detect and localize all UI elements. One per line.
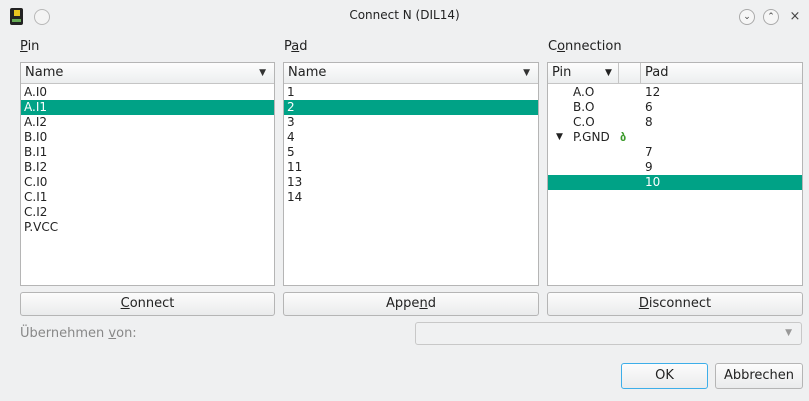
chevron-down-icon: ⌄ (743, 12, 751, 22)
append-button[interactable]: Append (283, 292, 539, 316)
header-divider (618, 63, 619, 84)
pad-header-label: Name (288, 65, 327, 80)
pad-section-label: Pad (284, 39, 308, 54)
pad-list-item[interactable]: 5 (284, 145, 538, 160)
cancel-button[interactable]: Abbrechen (715, 363, 803, 389)
connection-section-label: Connection (548, 39, 622, 54)
disconnect-button[interactable]: Disconnect (547, 292, 803, 316)
chevron-up-icon: ⌃ (767, 12, 775, 22)
pin-label-text: Pin (20, 39, 40, 54)
window-title: Connect N (DIL14) (349, 8, 460, 22)
chevron-down-icon: ▼ (523, 68, 530, 78)
connection-tree-row[interactable]: A.O 12 (548, 85, 802, 100)
pin-section-label: Pin (20, 39, 39, 54)
pin-list-item[interactable]: B.I1 (21, 145, 274, 160)
connection-pad-name: 12 (645, 85, 661, 99)
maximize-button[interactable]: ⌃ (763, 9, 779, 25)
close-icon: × (789, 9, 801, 24)
close-button[interactable]: × (787, 9, 803, 25)
connection-tree-row[interactable]: C.O 8 (548, 115, 802, 130)
app-icon (10, 8, 23, 25)
connection-tree-row[interactable]: ▼ P.GND ბ (548, 130, 802, 145)
disconnect-label: Disconnect (638, 296, 712, 311)
take-over-label: Übernehmen von: (20, 326, 137, 341)
connection-header-pad[interactable]: Pad (645, 63, 668, 83)
pad-list[interactable]: Name ▼ 1 2 3 4 5 11 13 14 (283, 62, 539, 286)
connection-tree-row[interactable]: 9 (548, 160, 802, 175)
pad-list-item[interactable]: 3 (284, 115, 538, 130)
connection-tree-row[interactable]: 7 (548, 145, 802, 160)
chevron-down-icon: ▼ (605, 68, 612, 78)
connection-tree-row[interactable]: 10 (548, 175, 802, 190)
pin-list-item[interactable]: A.I1 (21, 100, 274, 115)
connection-pin-name: C.O (573, 115, 595, 129)
append-label: Append (386, 296, 436, 311)
pin-list-item[interactable]: B.I2 (21, 160, 274, 175)
take-over-label-text: Übernehmen von: (20, 326, 137, 341)
connection-pad-name: 6 (645, 100, 653, 114)
connection-pad-name: 9 (645, 160, 653, 174)
connection-pin-name: B.O (573, 100, 595, 114)
link-icon: ბ (620, 131, 627, 144)
connection-tree[interactable]: Pin ▼ Pad A.O 12 B.O 6 C.O 8 ▼ P.GND ბ 7 9 10 (547, 62, 803, 286)
pad-list-item[interactable]: 14 (284, 190, 538, 205)
connect-button[interactable]: Connect (20, 292, 275, 316)
pad-list-item[interactable]: 4 (284, 130, 538, 145)
pin-list-header[interactable]: Name ▼ (21, 63, 274, 84)
pin-list-item[interactable]: B.I0 (21, 130, 274, 145)
chevron-down-icon: ▼ (259, 68, 266, 78)
pad-list-item[interactable]: 2 (284, 100, 538, 115)
pad-list-item[interactable]: 1 (284, 85, 538, 100)
connection-pad-name: 7 (645, 145, 653, 159)
pin-list-item[interactable]: P.VCC (21, 220, 274, 235)
connection-label-text: Connection (548, 39, 622, 54)
connection-pad-name: 8 (645, 115, 653, 129)
chevron-down-icon: ▼ (785, 328, 792, 338)
connection-tree-header: Pin ▼ Pad (548, 63, 802, 84)
pad-list-item[interactable]: 11 (284, 160, 538, 175)
pin-list[interactable]: Name ▼ A.I0 A.I1 A.I2 B.I0 B.I1 B.I2 C.I0 C.I1 C… (20, 62, 275, 286)
take-over-combobox[interactable]: ▼ (415, 322, 802, 345)
connection-tree-row[interactable]: B.O 6 (548, 100, 802, 115)
expand-arrow-icon[interactable]: ▼ (556, 130, 563, 145)
pad-list-header[interactable]: Name ▼ (284, 63, 538, 84)
pin-list-item[interactable]: C.I0 (21, 175, 274, 190)
connection-header-pin[interactable]: Pin (552, 63, 571, 83)
pin-header-label: Name (25, 65, 64, 80)
connection-pin-name: A.O (573, 85, 595, 99)
pin-list-item[interactable]: C.I1 (21, 190, 274, 205)
header-divider (640, 63, 641, 84)
pin-list-item[interactable]: A.I0 (21, 85, 274, 100)
connection-pad-name: 10 (645, 175, 661, 189)
pin-window-button[interactable] (34, 9, 50, 25)
connect-label: Connect (120, 296, 175, 311)
pad-list-item[interactable]: 13 (284, 175, 538, 190)
ok-button[interactable]: OK (621, 363, 708, 389)
connection-pin-name: P.GND (573, 130, 610, 144)
pad-label-text: Pad (284, 39, 308, 54)
pin-list-item[interactable]: A.I2 (21, 115, 274, 130)
pin-list-item[interactable]: C.I2 (21, 205, 274, 220)
minimize-button[interactable]: ⌄ (739, 9, 755, 25)
